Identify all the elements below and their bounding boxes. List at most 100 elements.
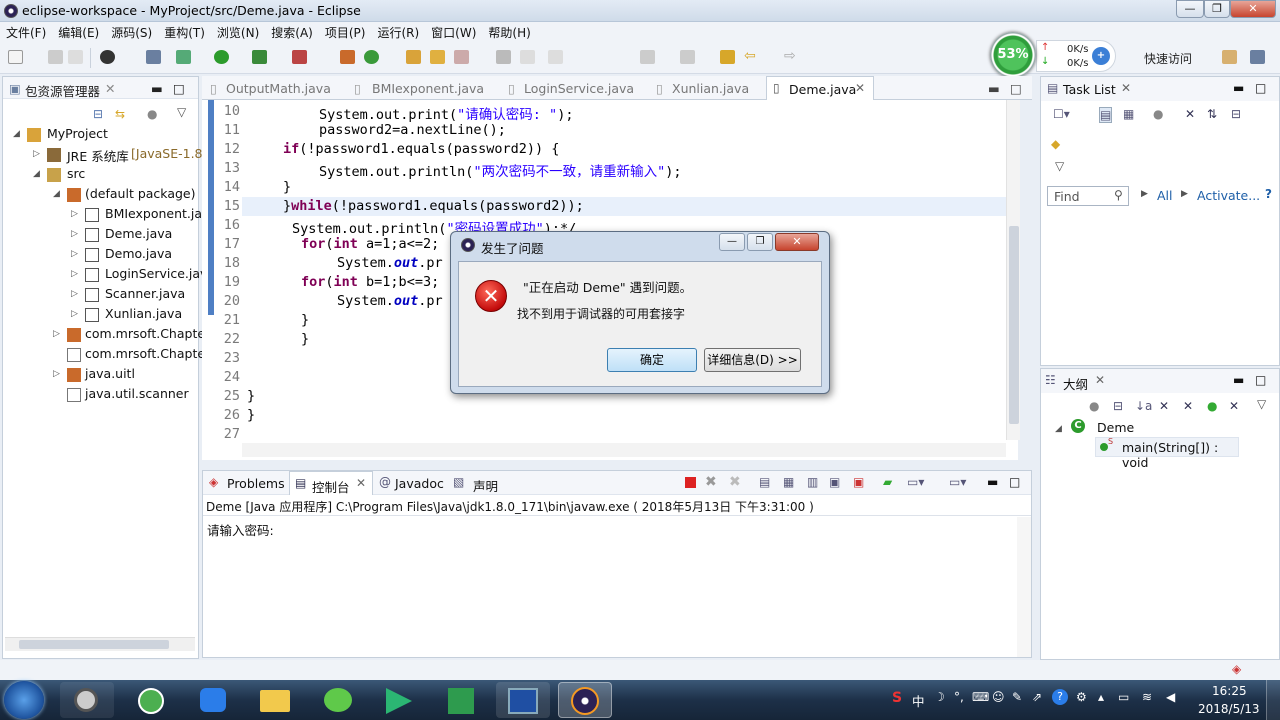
run-icon[interactable] bbox=[214, 50, 229, 64]
focus-icon[interactable]: ● bbox=[1089, 399, 1099, 413]
maximize-view-icon[interactable]: □ bbox=[1255, 373, 1266, 387]
show-stderr-icon[interactable]: ▣ bbox=[853, 475, 864, 489]
open-task-icon[interactable] bbox=[430, 50, 445, 64]
new-task-icon[interactable]: ☐▾ bbox=[1053, 107, 1070, 121]
activate-link[interactable]: Activate... bbox=[1197, 188, 1260, 203]
package-explorer-title[interactable]: 包资源管理器 bbox=[25, 81, 100, 100]
next-annotation-icon[interactable] bbox=[640, 50, 655, 64]
hide-fields-icon[interactable]: ✕ bbox=[1159, 399, 1169, 413]
collapse-all-icon[interactable]: ⊟ bbox=[1231, 107, 1241, 121]
forward-icon[interactable]: ⇨ bbox=[784, 49, 799, 64]
remove-launch-icon[interactable]: ✖ bbox=[705, 474, 717, 490]
dialog-minimize-button[interactable]: — bbox=[719, 233, 745, 251]
tab-loginservice[interactable]: LoginService.java bbox=[524, 81, 634, 96]
horizontal-scrollbar[interactable] bbox=[242, 443, 1006, 457]
minimize-view-icon[interactable]: ▬ bbox=[151, 81, 163, 96]
tab-declaration[interactable]: 声明 bbox=[473, 476, 498, 495]
focus-workweek-icon[interactable]: ● bbox=[1153, 107, 1163, 121]
outline-method[interactable]: S main(String[]) : void bbox=[1095, 437, 1239, 470]
volume-icon[interactable]: ◀ bbox=[1166, 690, 1175, 704]
clock-time[interactable]: 16:25 bbox=[1212, 684, 1247, 698]
menu-help[interactable]: 帮助(H) bbox=[482, 22, 536, 43]
boost-plus-icon[interactable]: + bbox=[1092, 47, 1110, 65]
network-icon[interactable]: ▭ bbox=[1118, 690, 1129, 704]
menu-search[interactable]: 搜索(A) bbox=[265, 22, 319, 43]
memory-gauge[interactable]: 53% bbox=[990, 32, 1036, 78]
user-icon[interactable]: ☺ bbox=[992, 690, 1005, 704]
taskbar-wechat-icon[interactable] bbox=[310, 682, 364, 718]
dialog-close-button[interactable]: ✕ bbox=[775, 233, 819, 251]
ime-indicator[interactable]: 中 bbox=[912, 691, 925, 710]
maximize-button[interactable]: ❐ bbox=[1204, 0, 1230, 18]
minimize-view-icon[interactable]: ▬ bbox=[987, 475, 998, 489]
save-icon[interactable] bbox=[48, 50, 63, 64]
close-view-icon[interactable]: ✕ bbox=[1095, 373, 1105, 387]
hide-local-types-icon[interactable]: ✕ bbox=[1229, 399, 1239, 413]
synchronize-icon[interactable]: ⇅ bbox=[1207, 107, 1217, 121]
debug-perspective-icon[interactable] bbox=[100, 50, 115, 64]
menu-run[interactable]: 运行(R) bbox=[371, 22, 425, 43]
remove-all-icon[interactable]: ✖ bbox=[729, 474, 741, 490]
menu-refactor[interactable]: 重构(T) bbox=[158, 22, 211, 43]
view-menu-icon[interactable]: ▽ bbox=[1055, 159, 1064, 173]
expand-icon[interactable]: ◢ bbox=[1055, 424, 1062, 434]
menu-source[interactable]: 源码(S) bbox=[105, 22, 158, 43]
scheduled-icon[interactable]: ▦ bbox=[1123, 107, 1134, 121]
sort-icon[interactable]: ↓a bbox=[1135, 399, 1152, 413]
tab-outputmath[interactable]: OutputMath.java bbox=[226, 81, 331, 96]
menu-project[interactable]: 项目(P) bbox=[319, 22, 372, 43]
collapse-all-icon[interactable]: ⊟ bbox=[1113, 399, 1123, 413]
minimize-view-icon[interactable]: ▬ bbox=[1233, 81, 1244, 95]
skip-breakpoints-icon[interactable] bbox=[146, 50, 161, 64]
show-desktop-button[interactable] bbox=[1266, 680, 1280, 720]
help-icon[interactable]: ? bbox=[1265, 187, 1272, 201]
tab-javadoc[interactable]: Javadoc bbox=[395, 476, 444, 491]
clear-console-icon[interactable]: ▤ bbox=[759, 475, 770, 489]
menu-file[interactable]: 文件(F) bbox=[0, 22, 52, 43]
maximize-view-icon[interactable]: □ bbox=[1255, 81, 1266, 95]
wrench-icon[interactable]: ✎ bbox=[1012, 690, 1022, 704]
show-stdout-icon[interactable]: ▣ bbox=[829, 475, 840, 489]
open-type-icon[interactable] bbox=[406, 50, 421, 64]
close-window-button[interactable]: ✕ bbox=[1230, 0, 1276, 18]
menu-window[interactable]: 窗口(W) bbox=[425, 22, 482, 43]
scroll-lock-icon[interactable]: ▦ bbox=[783, 475, 794, 489]
share-icon[interactable]: ⇗ bbox=[1032, 690, 1042, 704]
quick-access-field[interactable]: 快速访问 bbox=[1144, 50, 1202, 68]
minimize-editor-icon[interactable]: ▬ bbox=[988, 81, 1000, 96]
focus-task-icon[interactable]: ● bbox=[147, 107, 157, 121]
show-whitespace-icon[interactable] bbox=[548, 50, 563, 64]
back-icon[interactable]: ⇦ bbox=[744, 49, 759, 64]
maximize-view-icon[interactable]: □ bbox=[1009, 475, 1020, 489]
taskbar-video-icon[interactable] bbox=[496, 682, 550, 718]
taskbar-app-icon[interactable] bbox=[434, 682, 488, 718]
repository-icon[interactable]: ◆ bbox=[1051, 137, 1060, 151]
categorized-icon[interactable]: ▤ bbox=[1099, 107, 1113, 123]
tab-bmiexponent[interactable]: BMIexponent.java bbox=[372, 81, 484, 96]
punctuation-icon[interactable]: °, bbox=[954, 690, 964, 704]
keyboard-icon[interactable]: ⌨ bbox=[972, 690, 989, 704]
taskbar-folder-icon[interactable] bbox=[248, 682, 302, 718]
new-file-icon[interactable] bbox=[8, 50, 23, 64]
taskbar-baidu-icon[interactable] bbox=[186, 682, 240, 718]
vertical-scrollbar[interactable] bbox=[1006, 100, 1020, 440]
menu-edit[interactable]: 编辑(E) bbox=[52, 22, 105, 43]
all-link[interactable]: All bbox=[1157, 188, 1173, 203]
wifi-icon[interactable]: ≋ bbox=[1142, 690, 1152, 704]
hide-completed-icon[interactable]: ✕ bbox=[1185, 107, 1195, 121]
pin-console-icon[interactable]: ▰ bbox=[883, 475, 892, 489]
taskbar-eclipse-icon[interactable] bbox=[558, 682, 612, 718]
close-view-icon[interactable]: ✕ bbox=[105, 81, 115, 96]
ok-button[interactable]: 确定 bbox=[607, 348, 697, 372]
maximize-view-icon[interactable]: □ bbox=[173, 81, 185, 96]
clock-date[interactable]: 2018/5/13 bbox=[1198, 702, 1260, 716]
settings-icon[interactable]: ⚙ bbox=[1076, 690, 1087, 704]
external-tools-icon[interactable] bbox=[292, 50, 307, 64]
tab-deme-active[interactable]: ▯ Deme.java ✕ bbox=[766, 76, 874, 100]
debug-icon[interactable] bbox=[176, 50, 191, 64]
notification-icon[interactable]: ◈ bbox=[1232, 662, 1241, 676]
start-button[interactable] bbox=[4, 681, 44, 719]
sogou-icon[interactable]: S bbox=[892, 690, 902, 706]
close-tab-icon[interactable]: ✕ bbox=[356, 476, 366, 490]
moon-icon[interactable]: ☽ bbox=[934, 690, 945, 704]
